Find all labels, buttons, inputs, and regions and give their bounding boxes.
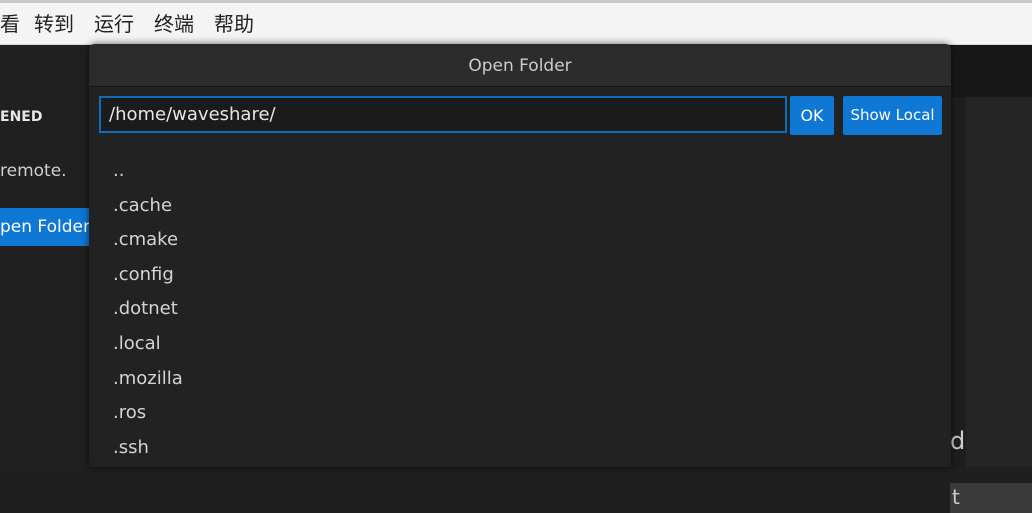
editor-text-fragment: d: [950, 427, 966, 455]
open-folder-dialog: Open Folder OK Show Local .. .cache .cma…: [89, 44, 951, 467]
editor-text-fragment: t: [952, 485, 960, 509]
window-edge: [0, 0, 1032, 3]
folder-list: .. .cache .cmake .config .dotnet .local …: [113, 154, 933, 465]
dialog-title: Open Folder: [89, 44, 951, 87]
menu-help[interactable]: 帮助: [214, 12, 254, 36]
menu-bar: 看 转到 运行 终端 帮助: [0, 0, 1032, 45]
sidebar-heading: ENED: [0, 109, 43, 125]
folder-item[interactable]: .dotnet: [113, 292, 933, 327]
folder-item[interactable]: .ssh: [113, 431, 933, 466]
folder-path-input[interactable]: [99, 96, 787, 133]
folder-item[interactable]: .mozilla: [113, 362, 933, 397]
folder-item[interactable]: .local: [113, 327, 933, 362]
menu-run[interactable]: 运行: [94, 12, 134, 36]
editor-area: d t: [950, 97, 1032, 513]
show-local-button[interactable]: Show Local: [843, 96, 942, 135]
menu-terminal[interactable]: 终端: [154, 12, 194, 36]
explorer-sidebar: ENED remote. pen Folder: [0, 45, 92, 467]
menu-view[interactable]: 看: [0, 12, 20, 36]
ok-button[interactable]: OK: [790, 96, 834, 135]
open-folder-button[interactable]: pen Folder: [0, 208, 92, 246]
editor-highlight-row: t: [950, 483, 1032, 513]
editor-tab-bar: [950, 45, 1032, 97]
folder-item[interactable]: .config: [113, 258, 933, 293]
folder-item[interactable]: .cache: [113, 189, 933, 224]
folder-item[interactable]: .ros: [113, 396, 933, 431]
sidebar-message: remote.: [0, 161, 67, 181]
folder-item-parent[interactable]: ..: [113, 154, 933, 189]
folder-item[interactable]: .cmake: [113, 223, 933, 258]
menu-go[interactable]: 转到: [34, 12, 74, 36]
